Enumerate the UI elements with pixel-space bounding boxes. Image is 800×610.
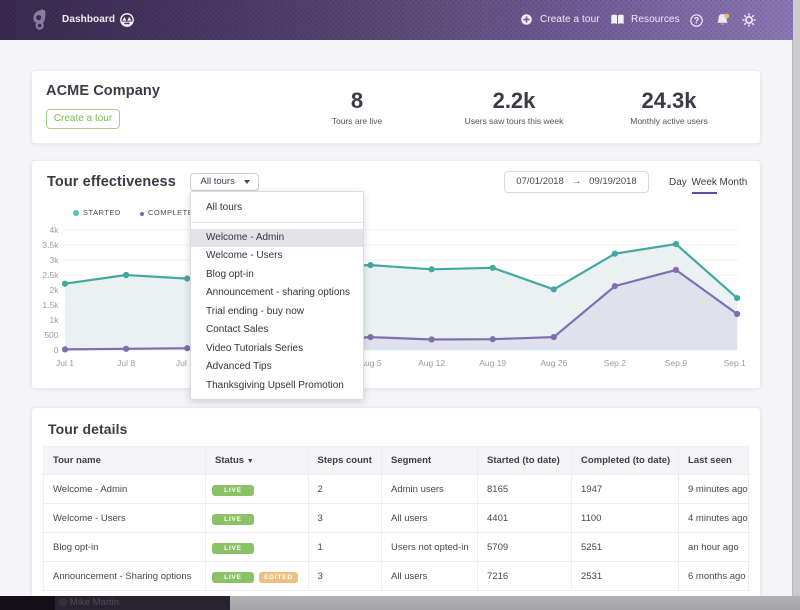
- svg-text:1.5k: 1.5k: [42, 300, 59, 310]
- svg-text:Jul 8: Jul 8: [117, 358, 135, 368]
- svg-text:2k: 2k: [50, 285, 60, 295]
- svg-text:Sep 2: Sep 2: [604, 358, 626, 368]
- svg-text:?: ?: [694, 15, 700, 25]
- svg-text:3k: 3k: [50, 255, 60, 265]
- svg-text:Aug 12: Aug 12: [418, 358, 445, 368]
- svg-text:4k: 4k: [50, 225, 60, 235]
- svg-text:Jul 1: Jul 1: [56, 358, 74, 368]
- svg-text:500: 500: [44, 330, 58, 340]
- svg-text:Aug 26: Aug 26: [540, 358, 567, 368]
- svg-text:Aug 19: Aug 19: [479, 358, 506, 368]
- svg-text:1k: 1k: [50, 315, 60, 325]
- svg-text:3.5k: 3.5k: [42, 240, 59, 250]
- svg-text:2.5k: 2.5k: [42, 270, 59, 280]
- svg-text:Sep 16: Sep 16: [724, 358, 745, 368]
- svg-text:0: 0: [54, 345, 59, 355]
- svg-text:Sep 9: Sep 9: [665, 358, 687, 368]
